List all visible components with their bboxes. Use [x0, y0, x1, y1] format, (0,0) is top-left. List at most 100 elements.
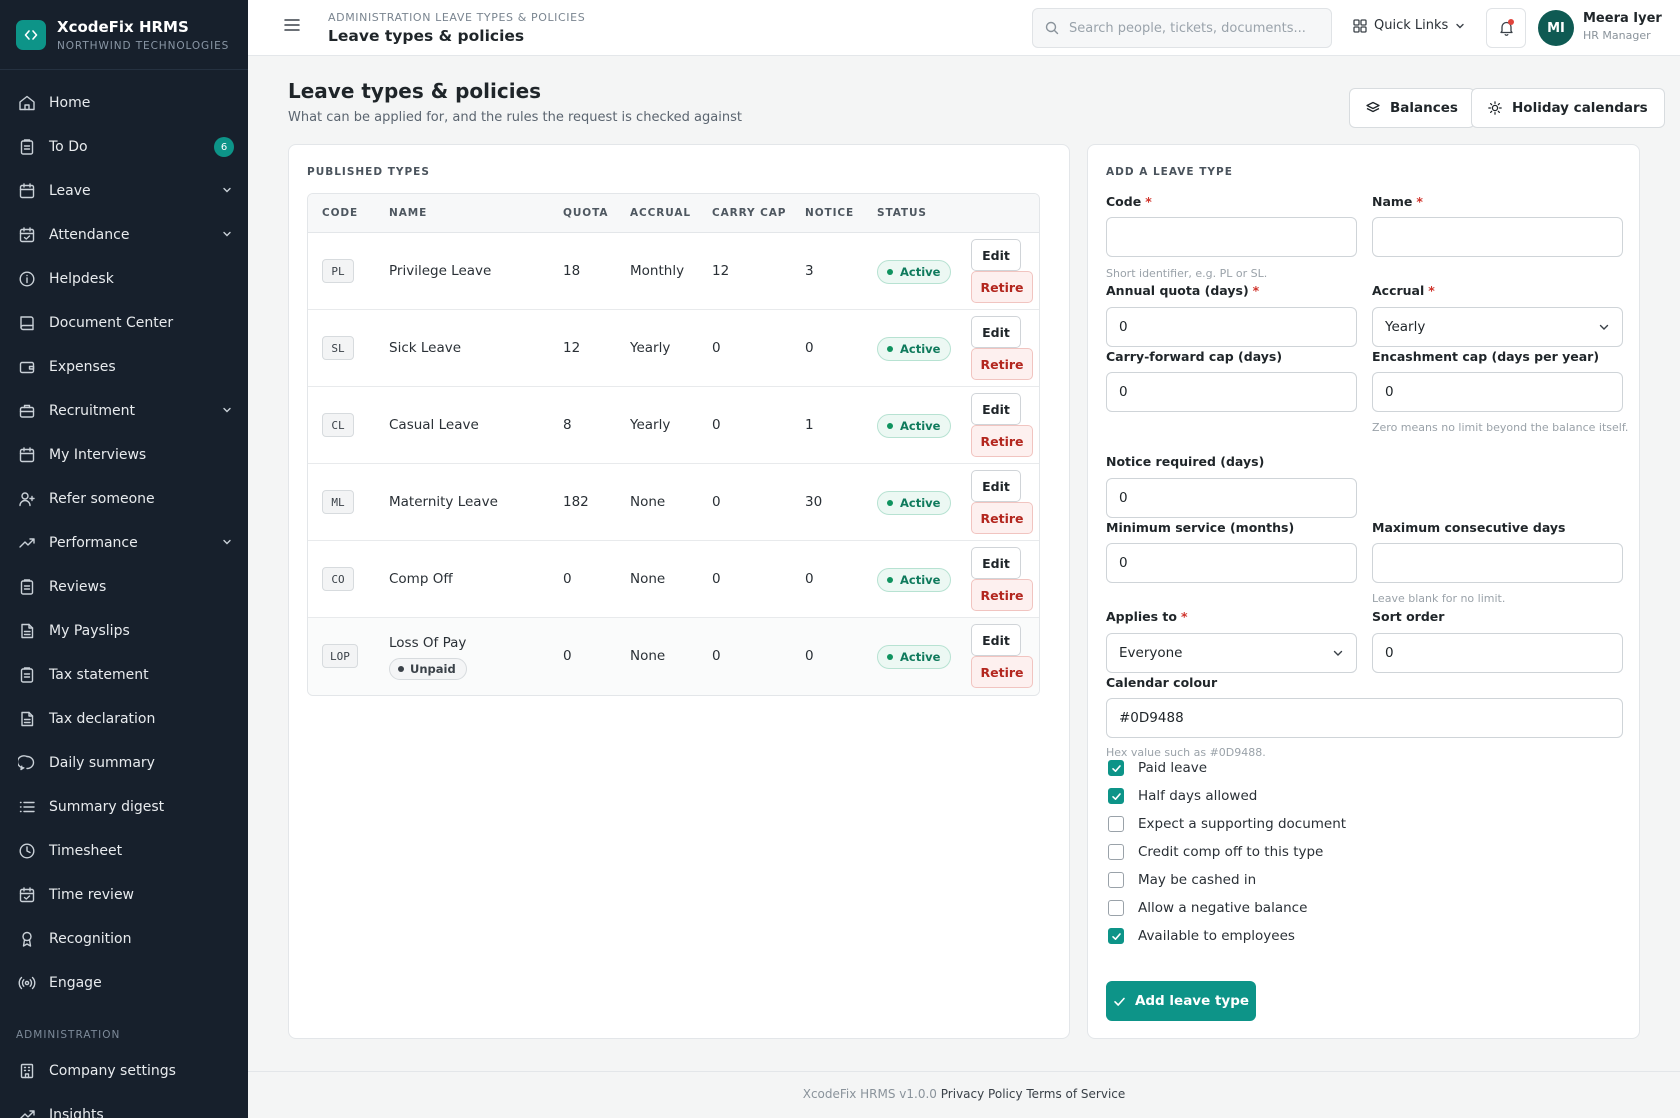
sidebar-item-document-center[interactable]: Document Center	[0, 301, 248, 345]
sidebar-item-label: My Interviews	[49, 447, 147, 463]
chevron-down-icon[interactable]	[222, 228, 232, 243]
leave-quota: 8	[563, 417, 572, 433]
code-input[interactable]	[1106, 217, 1357, 257]
accrual-select[interactable]: Yearly	[1372, 307, 1623, 347]
checkbox-box[interactable]	[1108, 788, 1124, 804]
add-leave-type-button[interactable]: Add leave type	[1106, 981, 1256, 1021]
sidebar-item-helpdesk[interactable]: Helpdesk	[0, 257, 248, 301]
chevron-down-icon[interactable]	[222, 536, 232, 551]
sidebar-item-summary-digest[interactable]: Summary digest	[0, 785, 248, 829]
sidebar-item-engage[interactable]: Engage	[0, 961, 248, 1005]
checkbox-half-days-allowed[interactable]: Half days allowed	[1108, 786, 1257, 806]
colour-input[interactable]	[1106, 698, 1623, 738]
chevron-down-icon[interactable]	[222, 404, 232, 419]
checkbox-may-be-cashed-in[interactable]: May be cashed in	[1108, 870, 1256, 890]
sidebar-item-daily-summary[interactable]: Daily summary	[0, 741, 248, 785]
retire-button[interactable]: Retire	[971, 425, 1033, 457]
edit-button[interactable]: Edit	[971, 393, 1021, 425]
sidebar-item-recruitment[interactable]: Recruitment	[0, 389, 248, 433]
colour-label: Calendar colour	[1106, 675, 1218, 690]
leave-carry-cap: 0	[712, 494, 721, 510]
retire-button[interactable]: Retire	[971, 502, 1033, 534]
checkbox-credit-comp-off-to-this-type[interactable]: Credit comp off to this type	[1108, 842, 1323, 862]
sidebar-item-time-review[interactable]: Time review	[0, 873, 248, 917]
checkbox-box[interactable]	[1108, 760, 1124, 776]
sidebar-item-leave[interactable]: Leave	[0, 169, 248, 213]
balances-button[interactable]: Balances	[1349, 88, 1475, 128]
sidebar-item-insights[interactable]: Insights	[0, 1093, 248, 1118]
checkbox-box[interactable]	[1108, 928, 1124, 944]
file-icon	[18, 622, 36, 640]
user-name[interactable]: Meera Iyer	[1583, 11, 1662, 26]
quota-input[interactable]	[1106, 307, 1357, 347]
retire-button[interactable]: Retire	[971, 348, 1033, 380]
retire-button[interactable]: Retire	[971, 579, 1033, 611]
sidebar-item-home[interactable]: Home	[0, 81, 248, 125]
brand-company: NORTHWIND TECHNOLOGIES	[57, 39, 230, 52]
notifications-button[interactable]	[1486, 8, 1526, 48]
sidebar-item-recognition[interactable]: Recognition	[0, 917, 248, 961]
sort-order-input[interactable]	[1372, 633, 1623, 673]
holiday-calendars-button[interactable]: Holiday calendars	[1471, 88, 1665, 128]
sidebar-item-timesheet[interactable]: Timesheet	[0, 829, 248, 873]
chevron-down-icon[interactable]	[222, 184, 232, 199]
sidebar-nav: Home To Do 6 Leave Attendance Helpdesk Documen…	[0, 70, 248, 1118]
retire-button[interactable]: Retire	[971, 271, 1033, 303]
menu-toggle-icon[interactable]	[284, 18, 300, 36]
carry-input[interactable]	[1106, 372, 1357, 412]
sidebar-item-tax-statement[interactable]: Tax statement	[0, 653, 248, 697]
sidebar-item-tax-declaration[interactable]: Tax declaration	[0, 697, 248, 741]
sidebar-item-expenses[interactable]: Expenses	[0, 345, 248, 389]
privacy-policy-link[interactable]: Privacy Policy	[941, 1087, 1023, 1101]
name-input[interactable]	[1372, 217, 1623, 257]
clipboard-icon	[18, 666, 36, 684]
check-icon	[1114, 997, 1125, 1006]
sidebar-item-my-payslips[interactable]: My Payslips	[0, 609, 248, 653]
checkbox-box[interactable]	[1108, 900, 1124, 916]
max-consecutive-input[interactable]	[1372, 543, 1623, 583]
sidebar-item-attendance[interactable]: Attendance	[0, 213, 248, 257]
applies-to-select[interactable]: Everyone	[1106, 633, 1357, 673]
search-input[interactable]	[1069, 20, 1309, 36]
sidebar: XcodeFix HRMS NORTHWIND TECHNOLOGIES Hom…	[0, 0, 248, 1118]
sidebar-item-label: Recognition	[49, 931, 132, 947]
notice-label: Notice required (days)	[1106, 454, 1265, 469]
checkbox-paid-leave[interactable]: Paid leave	[1108, 758, 1207, 778]
min-service-input[interactable]	[1106, 543, 1357, 583]
encash-input[interactable]	[1372, 372, 1623, 412]
sidebar-item-my-interviews[interactable]: My Interviews	[0, 433, 248, 477]
checkbox-box[interactable]	[1108, 872, 1124, 888]
sidebar-item-label: Company settings	[49, 1063, 176, 1079]
status-badge: Active	[877, 414, 952, 438]
checkbox-available-to-employees[interactable]: Available to employees	[1108, 926, 1295, 946]
terms-of-service-link[interactable]: Terms of Service	[1026, 1087, 1125, 1101]
edit-button[interactable]: Edit	[971, 624, 1021, 656]
avatar[interactable]: MI	[1538, 10, 1574, 46]
leave-name: Maternity Leave	[389, 494, 498, 510]
sidebar-item-to-do[interactable]: To Do 6	[0, 125, 248, 169]
global-search[interactable]	[1032, 8, 1332, 48]
checkbox-expect-a-supporting-document[interactable]: Expect a supporting document	[1108, 814, 1346, 834]
sidebar-item-reviews[interactable]: Reviews	[0, 565, 248, 609]
sidebar-item-refer-someone[interactable]: Refer someone	[0, 477, 248, 521]
sidebar-item-label: Attendance	[49, 227, 130, 243]
sidebar-item-label: Home	[49, 95, 91, 111]
edit-button[interactable]: Edit	[971, 547, 1021, 579]
checkbox-box[interactable]	[1108, 816, 1124, 832]
brand-logo-icon	[16, 19, 46, 50]
table-row: PL Privilege Leave 18 Monthly 12 3 Active Edit R…	[308, 233, 1039, 310]
leave-carry-cap: 0	[712, 648, 721, 664]
notice-input[interactable]	[1106, 478, 1357, 518]
checkbox-allow-a-negative-balance[interactable]: Allow a negative balance	[1108, 898, 1307, 918]
sidebar-item-performance[interactable]: Performance	[0, 521, 248, 565]
edit-button[interactable]: Edit	[971, 470, 1021, 502]
brand[interactable]: XcodeFix HRMS NORTHWIND TECHNOLOGIES	[0, 0, 248, 70]
checkbox-box[interactable]	[1108, 844, 1124, 860]
edit-button[interactable]: Edit	[971, 239, 1021, 271]
edit-button[interactable]: Edit	[971, 316, 1021, 348]
sidebar-item-company-settings[interactable]: Company settings	[0, 1049, 248, 1093]
col-notice: NOTICE	[805, 207, 855, 219]
retire-button[interactable]: Retire	[971, 656, 1033, 688]
quick-links-dropdown[interactable]: Quick Links	[1353, 18, 1465, 33]
layers-icon	[1366, 101, 1380, 113]
